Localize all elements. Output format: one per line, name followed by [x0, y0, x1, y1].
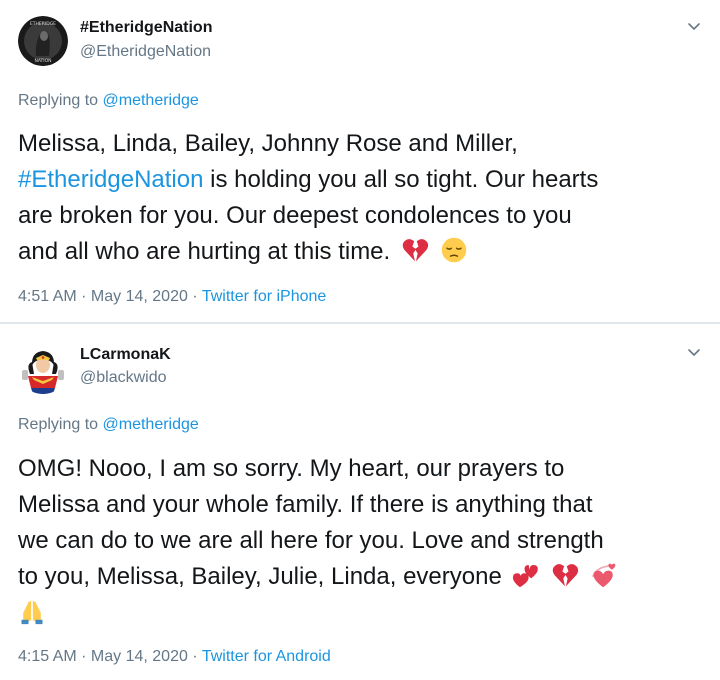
tweet-meta: 4:51 AM · May 14, 2020 · Twitter for iPh… — [18, 288, 326, 306]
tweet-time[interactable]: 4:51 AM — [18, 288, 77, 305]
display-name[interactable]: LCarmonaK — [80, 346, 171, 364]
broken-heart-emoji — [402, 239, 428, 262]
tweet-text-line: Melissa, Linda, Bailey, Johnny Rose and … — [18, 130, 518, 157]
tweet-text: OMG! Nooo, I am so sorry. My heart, our … — [18, 451, 708, 631]
tweet-text-line — [18, 595, 708, 631]
tweet-text: Melissa, Linda, Bailey, Johnny Rose and … — [18, 126, 708, 270]
tweet-text-line: Melissa and your whole family. If there … — [18, 491, 593, 518]
tweet-text-line: we can do to we are all here for you. Lo… — [18, 527, 604, 554]
meta-separator: · — [76, 648, 91, 665]
tweet-date[interactable]: May 14, 2020 — [91, 288, 188, 305]
tweet-text-line: OMG! Nooo, I am so sorry. My heart, our … — [18, 455, 565, 482]
svg-text:ETHERIDGE: ETHERIDGE — [30, 21, 56, 27]
replying-to: Replying to @metheridge — [18, 92, 199, 110]
tweet-source-link[interactable]: Twitter for iPhone — [202, 288, 327, 305]
chevron-down-icon[interactable] — [686, 344, 702, 360]
meta-separator: · — [76, 288, 91, 305]
tweet-source-link[interactable]: Twitter for Android — [202, 648, 331, 665]
broken-heart-emoji — [552, 564, 579, 587]
avatar[interactable]: ETHERIDGE NATION — [18, 16, 68, 66]
tweet-time[interactable]: 4:15 AM — [18, 648, 77, 665]
mention-link[interactable]: @metheridge — [103, 416, 199, 433]
svg-text:NATION: NATION — [34, 58, 51, 64]
meta-separator: · — [187, 648, 202, 665]
tweet-text-fragment: to you, Melissa, Bailey, Julie, Linda, e… — [18, 563, 502, 590]
tweet-text-fragment: is holding you all so tight. Our hearts — [203, 166, 599, 193]
hashtag-link[interactable]: #EtheridgeNation — [18, 166, 203, 193]
tweet-text-fragment: and all who are hurting at this time. — [18, 238, 391, 265]
user-handle[interactable]: @blackwido — [80, 369, 167, 387]
tweet-text-line: and all who are hurting at this time. — [18, 234, 708, 270]
meta-separator: · — [187, 288, 202, 305]
tweet-card[interactable]: LCarmonaK @blackwido Replying to @mether… — [0, 323, 720, 680]
tweet-meta: 4:15 AM · May 14, 2020 · Twitter for And… — [18, 648, 331, 666]
two-hearts-emoji — [513, 565, 539, 588]
pensive-face-emoji — [441, 237, 466, 263]
display-name[interactable]: #EtheridgeNation — [80, 19, 212, 37]
replying-prefix: Replying to — [18, 416, 99, 433]
tweet-card[interactable]: ETHERIDGE NATION #EtheridgeNation @Ether… — [0, 0, 720, 323]
chevron-down-icon[interactable] — [686, 18, 702, 34]
replying-to: Replying to @metheridge — [18, 416, 199, 434]
tweet-text-line: to you, Melissa, Bailey, Julie, Linda, e… — [18, 559, 708, 595]
mention-link[interactable]: @metheridge — [103, 92, 199, 109]
tweet-text-line: #EtheridgeNation is holding you all so t… — [18, 162, 708, 198]
revolving-hearts-emoji — [591, 563, 616, 588]
avatar[interactable] — [18, 344, 68, 394]
tweet-text-line: are broken for you. Our deepest condolen… — [18, 202, 572, 229]
replying-prefix: Replying to — [18, 92, 99, 109]
user-handle[interactable]: @EtheridgeNation — [80, 43, 211, 61]
folded-hands-emoji — [21, 600, 43, 625]
tweet-date[interactable]: May 14, 2020 — [91, 648, 188, 665]
